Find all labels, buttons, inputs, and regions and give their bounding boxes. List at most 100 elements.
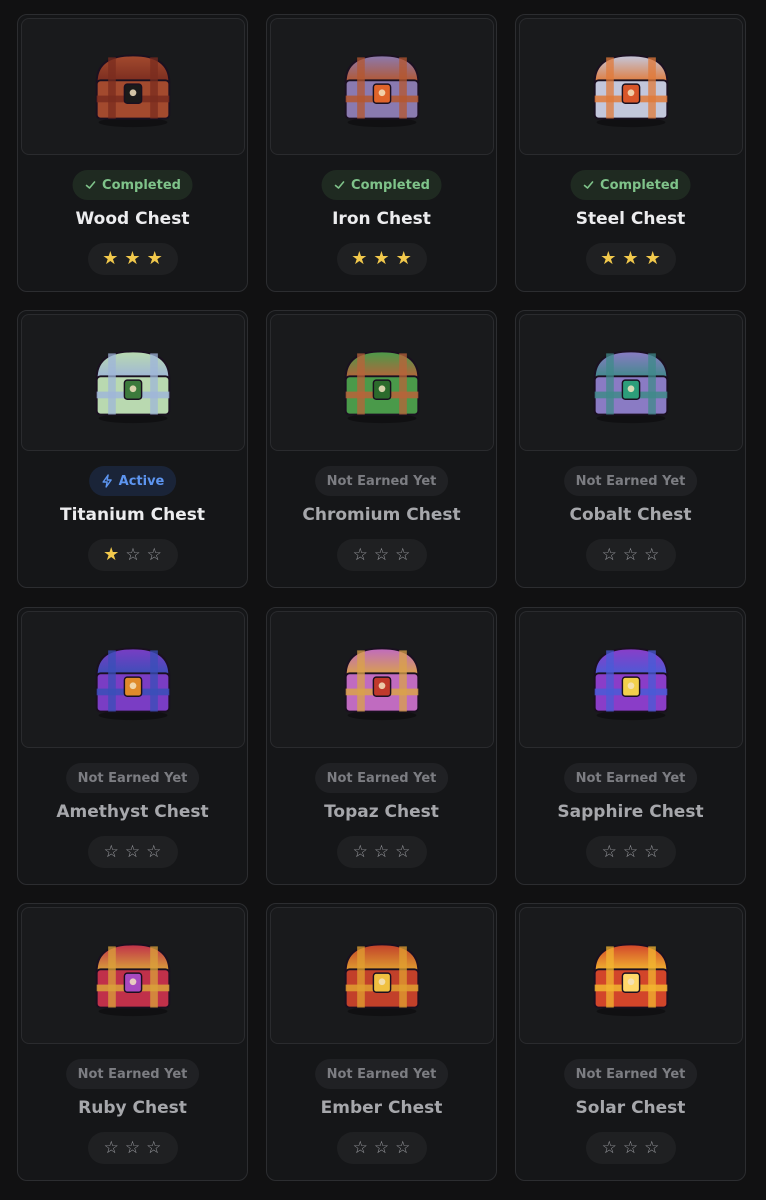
star-empty-icon: ☆ [352,841,368,862]
star-filled-icon: ★ [600,248,617,269]
chest-image-frame [270,611,494,748]
star-empty-icon: ☆ [601,544,617,565]
chest-card[interactable]: Not Earned Yet Amethyst Chest ☆ ☆ ☆ [17,607,248,885]
star-rating: ☆ ☆ ☆ [336,1132,427,1164]
chromium-chest-icon [334,340,430,426]
star-empty-icon: ☆ [395,544,411,565]
topaz-chest-icon [334,637,430,723]
chest-image-frame [519,611,743,748]
status-badge: Completed [321,170,442,200]
status-label: Completed [600,177,679,193]
chest-card[interactable]: Not Earned Yet Chromium Chest ☆ ☆ ☆ [266,310,497,588]
star-empty-icon: ☆ [644,544,660,565]
ruby-chest-icon [85,933,181,1019]
check-icon [333,179,345,191]
star-empty-icon: ☆ [124,841,141,862]
chest-image-frame [270,314,494,451]
chest-name: Iron Chest [332,209,431,229]
star-empty-icon: ☆ [373,1137,390,1158]
chest-name: Titanium Chest [59,505,206,525]
status-badge: Not Earned Yet [563,1059,698,1089]
star-empty-icon: ☆ [352,544,368,565]
status-label: Not Earned Yet [575,473,686,489]
star-rating: ★ ★ ★ [585,243,676,275]
star-rating: ★ ☆ ☆ [87,539,178,571]
star-empty-icon: ☆ [146,1137,162,1158]
star-empty-icon: ☆ [622,841,639,862]
status-badge: Not Earned Yet [314,466,449,496]
chest-name: Sapphire Chest [557,802,704,822]
status-label: Not Earned Yet [575,1066,686,1082]
chest-grid: Completed Wood Chest ★ ★ ★ Completed Iron … [0,0,766,1200]
chest-card[interactable]: Completed Wood Chest ★ ★ ★ [17,14,248,292]
check-icon [84,179,96,191]
chest-name: Topaz Chest [324,802,439,822]
star-rating: ☆ ☆ ☆ [336,836,427,868]
chest-card[interactable]: Not Earned Yet Solar Chest ☆ ☆ ☆ [515,903,746,1181]
check-icon [582,179,594,191]
status-badge: Not Earned Yet [563,466,698,496]
star-empty-icon: ☆ [125,544,141,565]
status-label: Not Earned Yet [326,1066,437,1082]
chest-name: Amethyst Chest [56,802,209,822]
chest-image-frame [519,18,743,155]
status-badge: Not Earned Yet [314,763,449,793]
chest-card[interactable]: Completed Iron Chest ★ ★ ★ [266,14,497,292]
chest-image-frame [519,314,743,451]
chest-image-frame [21,314,245,451]
star-empty-icon: ☆ [395,1137,411,1158]
star-rating: ☆ ☆ ☆ [87,836,178,868]
star-empty-icon: ☆ [644,841,660,862]
star-empty-icon: ☆ [373,544,390,565]
chest-name: Chromium Chest [302,505,461,525]
status-badge: Active [88,466,177,496]
star-empty-icon: ☆ [124,1137,141,1158]
star-filled-icon: ★ [124,248,141,269]
star-empty-icon: ☆ [601,841,617,862]
chest-name: Wood Chest [75,209,190,229]
star-filled-icon: ★ [395,248,412,269]
star-rating: ★ ★ ★ [336,243,427,275]
star-empty-icon: ☆ [622,544,639,565]
status-badge: Not Earned Yet [65,1059,200,1089]
chest-card[interactable]: Not Earned Yet Ember Chest ☆ ☆ ☆ [266,903,497,1181]
chest-name: Solar Chest [575,1098,686,1118]
amethyst-chest-icon [85,637,181,723]
star-empty-icon: ☆ [395,841,411,862]
star-filled-icon: ★ [146,248,163,269]
chest-card[interactable]: Completed Steel Chest ★ ★ ★ [515,14,746,292]
chest-image-frame [270,18,494,155]
sapphire-chest-icon [583,637,679,723]
star-empty-icon: ☆ [146,544,162,565]
chest-name: Steel Chest [575,209,686,229]
status-label: Completed [351,177,430,193]
star-rating: ☆ ☆ ☆ [87,1132,178,1164]
steel-chest-icon [583,44,679,130]
star-filled-icon: ★ [102,248,119,269]
star-rating: ☆ ☆ ☆ [585,836,676,868]
status-badge: Not Earned Yet [563,763,698,793]
chest-image-frame [21,611,245,748]
status-label: Completed [102,177,181,193]
status-label: Active [118,473,165,489]
iron-chest-icon [334,44,430,130]
chest-name: Ruby Chest [78,1098,187,1118]
chest-card[interactable]: Active Titanium Chest ★ ☆ ☆ [17,310,248,588]
star-empty-icon: ☆ [644,1137,660,1158]
chest-image-frame [21,18,245,155]
status-badge: Not Earned Yet [65,763,200,793]
status-badge: Not Earned Yet [314,1059,449,1089]
status-label: Not Earned Yet [326,473,437,489]
chest-card[interactable]: Not Earned Yet Topaz Chest ☆ ☆ ☆ [266,607,497,885]
solar-chest-icon [583,933,679,1019]
chest-card[interactable]: Not Earned Yet Cobalt Chest ☆ ☆ ☆ [515,310,746,588]
chest-card[interactable]: Not Earned Yet Sapphire Chest ☆ ☆ ☆ [515,607,746,885]
status-label: Not Earned Yet [575,770,686,786]
chest-card[interactable]: Not Earned Yet Ruby Chest ☆ ☆ ☆ [17,903,248,1181]
star-empty-icon: ☆ [622,1137,639,1158]
star-filled-icon: ★ [103,544,120,565]
star-empty-icon: ☆ [601,1137,617,1158]
chest-image-frame [519,907,743,1044]
star-filled-icon: ★ [644,248,661,269]
status-label: Not Earned Yet [326,770,437,786]
